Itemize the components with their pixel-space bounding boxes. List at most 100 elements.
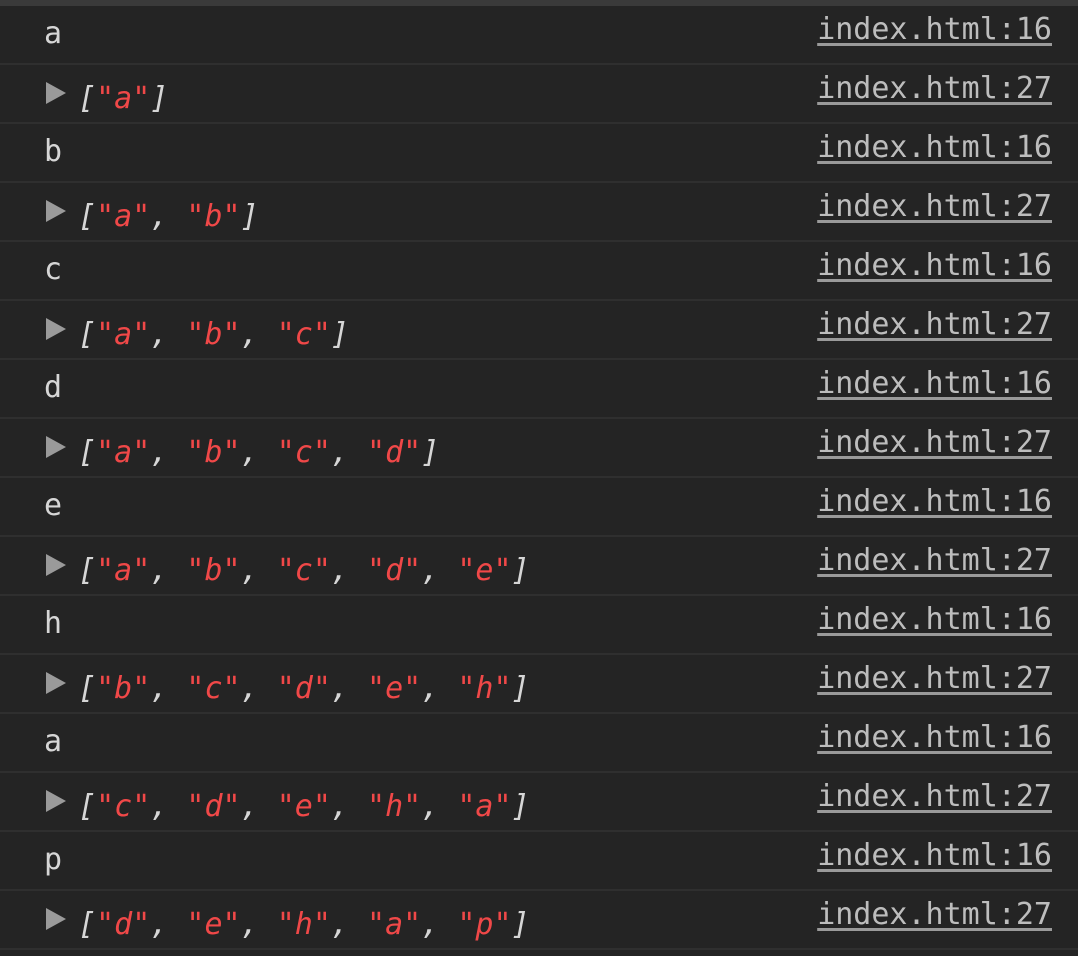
array-preview[interactable]: ["a", "b"] <box>46 197 259 237</box>
expand-triangle-icon[interactable] <box>46 318 66 340</box>
array-string-item: "d" <box>367 553 422 588</box>
array-string-item: "d" <box>96 907 151 942</box>
array-separator: , <box>240 435 277 470</box>
console-array-message: ["a", "b", "c", "d"] index.html:27 <box>0 419 1078 478</box>
array-close-bracket: ] <box>150 81 169 116</box>
console-array-message: ["a", "b", "c", "d", "e"] index.html:27 <box>0 537 1078 596</box>
log-value: a <box>44 724 63 759</box>
array-item-text: h <box>385 789 404 824</box>
source-link[interactable]: index.html:16 <box>817 718 1052 758</box>
array-open-bracket: [ <box>78 671 97 706</box>
array-preview[interactable]: ["c", "d", "e", "h", "a"] <box>46 787 530 827</box>
array-item-text: a <box>114 435 133 470</box>
array-item-text: e <box>204 907 223 942</box>
source-link[interactable]: index.html:16 <box>817 364 1052 404</box>
array-item-text: a <box>114 81 133 116</box>
array-string-item: "p" <box>457 907 512 942</box>
array-separator: , <box>330 553 367 588</box>
console-log-message: e index.html:16 <box>0 478 1078 537</box>
source-link[interactable]: index.html:27 <box>817 187 1052 227</box>
array-string-item: "c" <box>186 671 241 706</box>
expand-triangle-icon[interactable] <box>46 554 66 576</box>
source-link[interactable]: index.html:16 <box>817 10 1052 50</box>
array-separator: , <box>150 553 187 588</box>
array-string-item: "d" <box>186 789 241 824</box>
array-open-bracket: [ <box>78 435 97 470</box>
array-close-bracket: ] <box>511 553 530 588</box>
array-string-item: "b" <box>96 671 151 706</box>
array-close-bracket: ] <box>511 671 530 706</box>
expand-triangle-icon[interactable] <box>46 436 66 458</box>
source-link[interactable]: index.html:27 <box>817 777 1052 817</box>
log-value: d <box>44 370 63 405</box>
source-link[interactable]: index.html:16 <box>817 246 1052 286</box>
array-separator: , <box>240 553 277 588</box>
source-link[interactable]: index.html:16 <box>817 600 1052 640</box>
console-panel: a index.html:16 ["a"] index.html:27 b index.h… <box>0 0 1078 956</box>
array-separator: , <box>240 317 277 352</box>
array-string-item: "a" <box>367 907 422 942</box>
array-preview[interactable]: ["a"] <box>46 79 168 119</box>
console-log-message: p index.html:16 <box>0 832 1078 891</box>
source-link[interactable]: index.html:27 <box>817 895 1052 935</box>
console-log-message: d index.html:16 <box>0 360 1078 419</box>
source-link[interactable]: index.html:27 <box>817 423 1052 463</box>
array-string-item: "a" <box>96 435 151 470</box>
array-separator: , <box>150 317 187 352</box>
array-string-item: "d" <box>367 435 422 470</box>
array-string-item: "b" <box>186 317 241 352</box>
array-preview[interactable]: ["a", "b", "c"] <box>46 315 349 355</box>
array-item-text: e <box>294 789 313 824</box>
console-array-message: ["c", "d", "e", "h", "a"] index.html:27 <box>0 773 1078 832</box>
array-string-item: "e" <box>457 553 512 588</box>
console-array-message: ["b", "c", "d", "e", "h"] index.html:27 <box>0 655 1078 714</box>
array-string-item: "h" <box>457 671 512 706</box>
source-link[interactable]: index.html:16 <box>817 128 1052 168</box>
array-close-bracket: ] <box>330 317 349 352</box>
array-string-item: "h" <box>367 789 422 824</box>
array-string-item: "a" <box>96 317 151 352</box>
source-link[interactable]: index.html:27 <box>817 659 1052 699</box>
expand-triangle-icon[interactable] <box>46 908 66 930</box>
array-open-bracket: [ <box>78 907 97 942</box>
expand-triangle-icon[interactable] <box>46 790 66 812</box>
source-link[interactable]: index.html:27 <box>817 69 1052 109</box>
console-array-message: ["a", "b"] index.html:27 <box>0 183 1078 242</box>
array-string-item: "c" <box>276 317 331 352</box>
expand-triangle-icon[interactable] <box>46 672 66 694</box>
array-item-text: e <box>385 671 404 706</box>
log-value: h <box>44 606 63 641</box>
array-preview[interactable]: ["d", "e", "h", "a", "p"] <box>46 905 530 945</box>
console-array-message: ["a", "b", "c"] index.html:27 <box>0 301 1078 360</box>
log-value: e <box>44 488 63 523</box>
source-link[interactable]: index.html:27 <box>817 541 1052 581</box>
array-preview[interactable]: ["a", "b", "c", "d"] <box>46 433 439 473</box>
source-link[interactable]: index.html:16 <box>817 482 1052 522</box>
array-preview[interactable]: ["b", "c", "d", "e", "h"] <box>46 669 530 709</box>
array-item-text: d <box>114 907 133 942</box>
array-preview[interactable]: ["a", "b", "c", "d", "e"] <box>46 551 530 591</box>
console-log-message: h index.html:16 <box>0 596 1078 655</box>
array-item-text: b <box>204 317 223 352</box>
source-link[interactable]: index.html:16 <box>817 836 1052 876</box>
array-separator: , <box>150 789 187 824</box>
expand-triangle-icon[interactable] <box>46 200 66 222</box>
log-value: c <box>44 252 63 287</box>
log-value: b <box>44 134 63 169</box>
array-separator: , <box>421 671 458 706</box>
array-item-text: c <box>204 671 223 706</box>
array-item-text: a <box>114 317 133 352</box>
array-item-text: h <box>475 671 494 706</box>
array-separator: , <box>240 671 277 706</box>
array-item-text: c <box>114 789 133 824</box>
array-string-item: "e" <box>186 907 241 942</box>
array-item-text: b <box>204 553 223 588</box>
array-close-bracket: ] <box>511 907 530 942</box>
source-link[interactable]: index.html:27 <box>817 305 1052 345</box>
array-string-item: "h" <box>276 907 331 942</box>
array-open-bracket: [ <box>78 199 97 234</box>
log-value: p <box>44 842 63 877</box>
array-item-text: d <box>385 435 404 470</box>
array-string-item: "c" <box>96 789 151 824</box>
expand-triangle-icon[interactable] <box>46 82 66 104</box>
